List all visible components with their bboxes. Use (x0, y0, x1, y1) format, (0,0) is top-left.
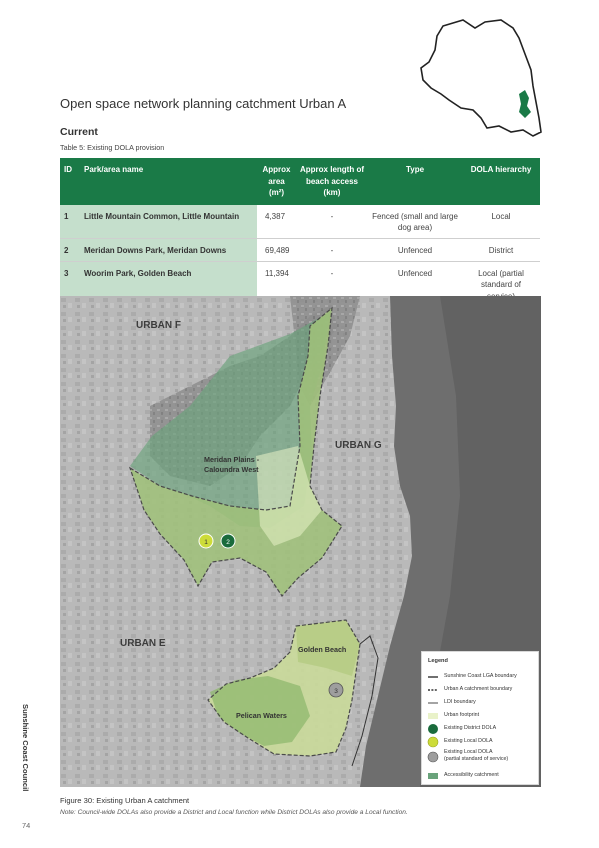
legend-item: Existing District DOLA (427, 723, 535, 735)
marker-partial-local-dola[interactable]: 3 (328, 682, 344, 698)
legend-item: Existing Local DOLA (partial standard of… (427, 749, 535, 767)
col-header-id: ID (60, 158, 80, 205)
legend-title: Legend (428, 658, 448, 664)
legend-item: Existing Local DOLA (427, 736, 535, 748)
lga-boundary-line-icon (428, 676, 438, 678)
cell-id: 2 (60, 238, 80, 262)
publisher-side-label: Sunshine Coast Council (21, 704, 30, 792)
legend-item: Urban footprint (427, 710, 535, 722)
marker-local-dola[interactable]: 1 (198, 533, 214, 549)
locator-map (420, 19, 542, 137)
legend-label: Accessibility catchment (444, 772, 499, 778)
table-header-row: ID Park/area name Approx area (m²) Appro… (60, 158, 540, 205)
marker-district-dola[interactable]: 2 (220, 533, 236, 549)
cell-area: 4,387 (257, 204, 296, 240)
table-row: 2 Meridan Downs Park, Meridan Downs 69,4… (60, 238, 540, 262)
legend-label: Existing Local DOLA (444, 738, 493, 744)
cell-name: Little Mountain Common, Little Mountain (80, 204, 257, 240)
label-caloundra-west: Caloundra West (204, 465, 259, 474)
legend-label-secondary: (partial standard of service) (444, 756, 509, 762)
label-meridan-plains: Meridan Plains - (204, 455, 260, 464)
district-dola-circle-icon (428, 724, 438, 734)
local-dola-circle-icon (427, 736, 439, 748)
label-urban-f: URBAN F (136, 320, 181, 331)
legend-item: LDI boundary (427, 697, 535, 709)
page-number: 74 (22, 821, 31, 830)
table-caption: Table 5: Existing DOLA provision (60, 143, 165, 152)
partial-dola-circle-icon (427, 751, 439, 763)
col-header-name: Park/area name (80, 158, 257, 205)
lga-outline (420, 19, 542, 137)
legend-label: Sunshine Coast LGA boundary (444, 673, 517, 679)
legend-label: Urban A catchment boundary (444, 686, 513, 692)
cell-name: Meridan Downs Park, Meridan Downs (80, 238, 257, 262)
cell-beach-length: - (296, 238, 368, 262)
cell-type: Unfenced (368, 238, 462, 262)
legend-label: Existing District DOLA (444, 725, 497, 731)
figure-caption: Figure 30: Existing Urban A catchment (60, 796, 190, 805)
label-pelican-waters: Pelican Waters (236, 711, 287, 720)
legend-item: Accessibility catchment (427, 770, 535, 782)
cell-hierarchy: Local (462, 204, 540, 240)
marker-2-label: 2 (226, 539, 230, 546)
ldi-boundary-line-icon (428, 702, 438, 704)
cell-hierarchy: District (462, 238, 540, 262)
map-legend: Legend Sunshine Coast LGA boundary Urban… (421, 651, 539, 785)
col-header-type: Type (368, 158, 462, 205)
accessibility-catchment-swatch-icon (428, 773, 438, 779)
marker-1-label: 1 (204, 539, 208, 546)
page-title: Open space network planning catchment Ur… (60, 96, 347, 111)
catchment-boundary-dashed-line-icon (428, 689, 438, 691)
table-row: 1 Little Mountain Common, Little Mountai… (60, 204, 540, 240)
col-header-area: Approx area (m²) (257, 158, 296, 205)
legend-label: LDI boundary (444, 699, 476, 705)
legend-label: Existing Local DOLA (444, 749, 493, 755)
figure-note: Note: Council-wide DOLAs also provide a … (60, 809, 408, 816)
section-heading: Current (60, 126, 98, 138)
label-urban-g: URBAN G (335, 440, 382, 451)
legend-item: Sunshine Coast LGA boundary (427, 671, 535, 683)
cell-beach-length: - (296, 204, 368, 240)
dola-provision-table: ID Park/area name Approx area (m²) Appro… (60, 158, 540, 308)
marker-3-label: 3 (334, 688, 338, 695)
cell-id: 1 (60, 204, 80, 240)
cell-type: Fenced (small and large dog area) (368, 204, 462, 240)
label-golden-beach: Golden Beach (298, 645, 346, 654)
col-header-beach-length: Approx length of beach access (km) (296, 158, 368, 205)
col-header-hierarchy: DOLA hierarchy (462, 158, 540, 205)
urban-footprint-swatch-icon (428, 713, 438, 719)
label-urban-e: URBAN E (120, 638, 166, 649)
legend-item: Urban A catchment boundary (427, 684, 535, 696)
cell-area: 69,489 (257, 238, 296, 262)
legend-label: Urban footprint (444, 712, 480, 718)
